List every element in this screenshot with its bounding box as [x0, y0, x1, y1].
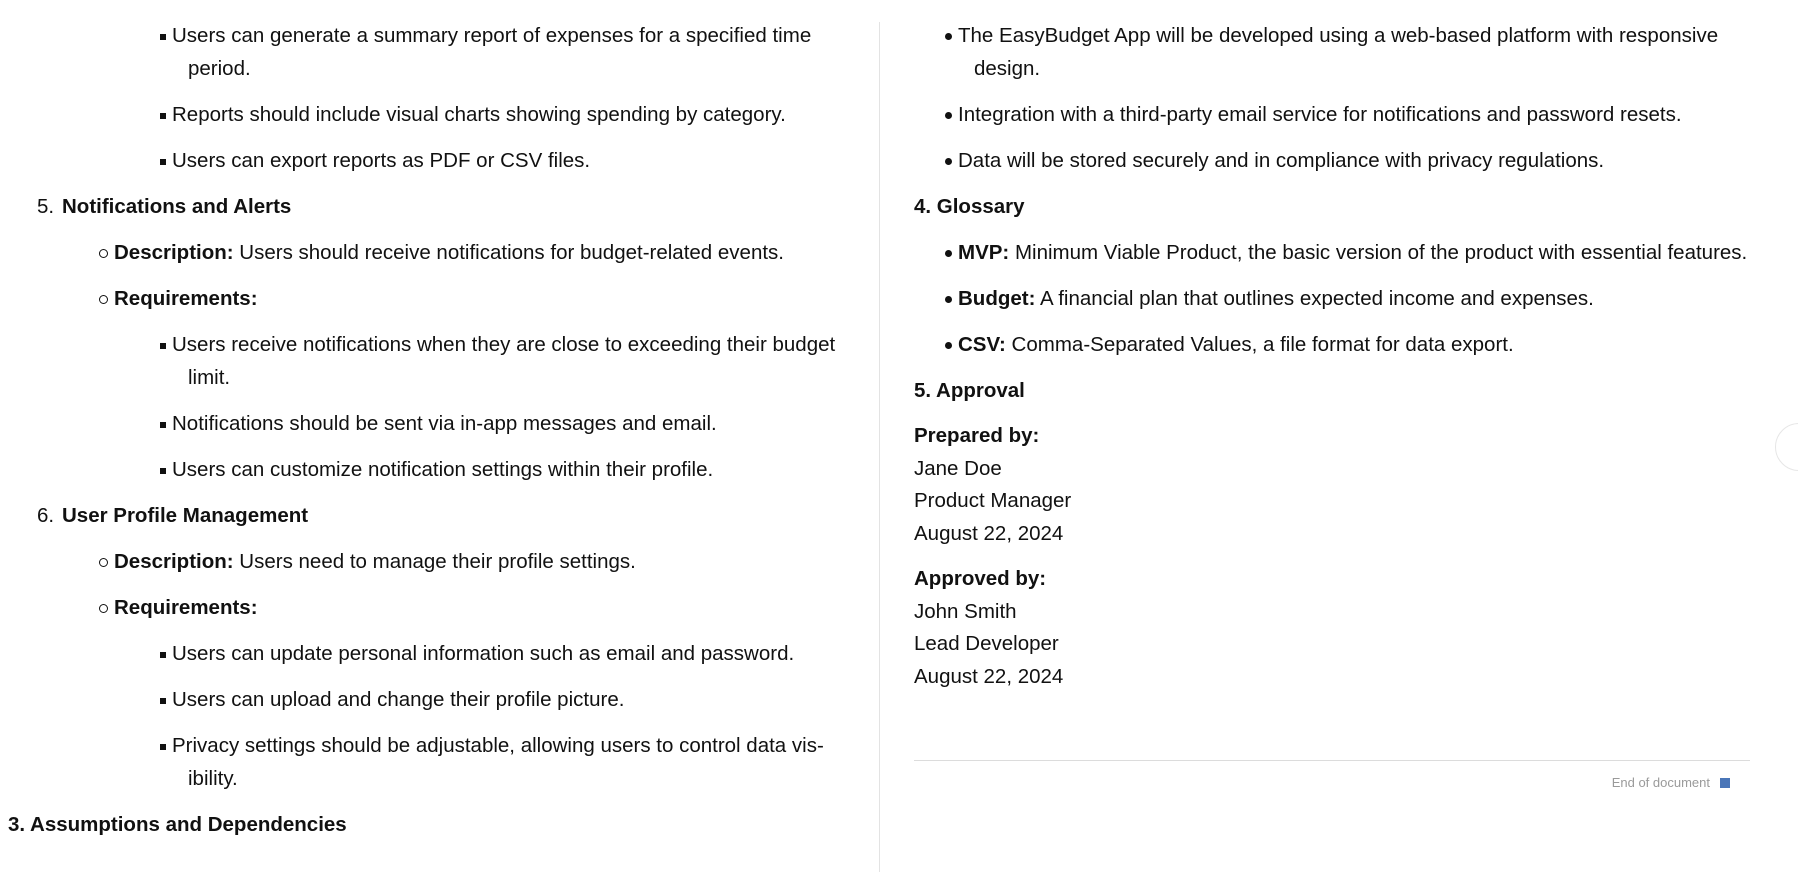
- left-column: Users can generate a summary report of e…: [0, 0, 872, 854]
- list-item-text: The EasyBudget App will be developed usi…: [958, 24, 1719, 47]
- approved-by-label: Approved by:: [914, 567, 1047, 590]
- right-column: The EasyBudget App will be developed usi…: [914, 0, 1750, 706]
- glossary-term: Budget:: [958, 287, 1036, 310]
- list-item-text: Notifications should be sent via in-app …: [172, 412, 717, 435]
- requirements-label: Requirements:: [114, 596, 258, 619]
- description-text: Users should receive notifications for b…: [233, 241, 784, 264]
- preparer-date: August 22, 2024: [914, 521, 1064, 545]
- list-item: Users can upload and change their profil…: [0, 683, 872, 716]
- square-bullet-icon: [160, 468, 166, 474]
- glossary-item: MVP: Minimum Viable Product, the basic v…: [914, 236, 1750, 269]
- square-bullet-icon: [160, 34, 166, 40]
- end-marker-icon: [1720, 777, 1730, 788]
- description-text: Users need to manage their profile setti…: [233, 550, 636, 573]
- glossary-definition: A financial plan that outlines expected …: [1035, 287, 1594, 310]
- list-item: Users receive notifications when they ar…: [0, 328, 872, 394]
- glossary-definition: Comma-Separated Values, a file format fo…: [1005, 333, 1514, 356]
- list-item-text: Users can customize notification setting…: [172, 458, 714, 481]
- glossary-definition: Minimum Viable Product, the basic versio…: [1009, 241, 1748, 264]
- section-heading-approval: 5. Approval: [914, 379, 1025, 402]
- square-bullet-icon: [160, 159, 166, 165]
- approver-date: August 22, 2024: [914, 664, 1064, 688]
- glossary-term: CSV:: [958, 333, 1006, 356]
- description-item: Description: Users should receive notifi…: [0, 236, 872, 269]
- column-divider: [879, 22, 880, 872]
- list-item: Notifications should be sent via in-app …: [0, 407, 872, 440]
- requirements-item: Requirements:: [0, 282, 872, 315]
- preparer-name: Jane Doe: [914, 456, 1002, 480]
- list-item: Privacy settings should be adjustable, a…: [0, 729, 872, 795]
- section-heading-glossary: 4. Glossary: [914, 195, 1025, 218]
- description-label: Description:: [114, 550, 234, 573]
- list-item-text: Users can generate a summary report of e…: [172, 24, 812, 47]
- list-item: Data will be stored securely and in comp…: [914, 144, 1750, 177]
- section-title: Notifications and Alerts: [62, 195, 292, 218]
- bullet-icon: [945, 296, 952, 303]
- description-item: Description: Users need to manage their …: [0, 545, 872, 578]
- bullet-icon: [945, 342, 952, 349]
- requirements-label: Requirements:: [114, 287, 258, 310]
- approver-name: John Smith: [914, 599, 1017, 623]
- list-item-text: Reports should include visual charts sho…: [172, 103, 786, 126]
- square-bullet-icon: [160, 698, 166, 704]
- section-heading-notifications: 5. Notifications and Alerts: [0, 190, 872, 223]
- square-bullet-icon: [160, 744, 166, 750]
- requirements-item: Requirements:: [0, 591, 872, 624]
- list-item: Reports should include visual charts sho…: [0, 98, 872, 131]
- list-item-text: Privacy settings should be adjustable, a…: [172, 734, 824, 757]
- bullet-icon: [945, 158, 952, 165]
- scroll-handle-icon[interactable]: [1775, 423, 1798, 471]
- end-of-document-text: End of document: [1611, 775, 1710, 790]
- circle-bullet-icon: [99, 295, 108, 304]
- preparer-role: Product Manager: [914, 489, 1072, 512]
- square-bullet-icon: [160, 652, 166, 658]
- list-item-text: Users can export reports as PDF or CSV f…: [172, 149, 591, 172]
- section-number: 6.: [37, 504, 55, 527]
- list-item: Integration with a third-party email ser…: [914, 98, 1750, 131]
- prepared-by-block: Prepared by: Jane Doe Product Manager Au…: [914, 420, 1750, 550]
- list-item-text-cont: limit.: [188, 366, 231, 389]
- list-item: Users can update personal information su…: [0, 637, 872, 670]
- list-item-text: Data will be stored securely and in comp…: [958, 149, 1605, 172]
- end-divider: [914, 760, 1750, 761]
- section-heading-profile: 6. User Profile Management: [0, 499, 872, 532]
- list-item-text: Users can upload and change their profil…: [172, 688, 625, 711]
- list-item: Users can generate a summary report of e…: [0, 19, 872, 85]
- list-item: The EasyBudget App will be developed usi…: [914, 19, 1750, 85]
- list-item-text: Integration with a third-party email ser…: [958, 103, 1682, 126]
- description-label: Description:: [114, 241, 234, 264]
- list-item: Users can export reports as PDF or CSV f…: [0, 144, 872, 177]
- bullet-icon: [945, 33, 952, 40]
- approved-by-block: Approved by: John Smith Lead Developer A…: [914, 563, 1750, 693]
- section-heading-assumptions: 3. Assumptions and Dependencies: [8, 813, 347, 836]
- list-item-text: Users can update personal information su…: [172, 642, 795, 665]
- bullet-icon: [945, 112, 952, 119]
- bullet-icon: [945, 250, 952, 257]
- square-bullet-icon: [160, 343, 166, 349]
- section-title: User Profile Management: [62, 504, 309, 527]
- end-of-document-note: End of document: [1612, 775, 1730, 790]
- list-item: Users can customize notification setting…: [0, 453, 872, 486]
- list-item-text: Users receive notifications when they ar…: [172, 333, 836, 356]
- glossary-item: Budget: A financial plan that outlines e…: [914, 282, 1750, 315]
- section-number: 5.: [37, 195, 55, 218]
- circle-bullet-icon: [99, 604, 108, 613]
- circle-bullet-icon: [99, 249, 108, 258]
- list-item-text-cont: ibility.: [188, 767, 238, 790]
- list-item-text-cont: period.: [188, 57, 251, 80]
- glossary-item: CSV: Comma-Separated Values, a file form…: [914, 328, 1750, 361]
- square-bullet-icon: [160, 113, 166, 119]
- approver-role: Lead Developer: [914, 632, 1059, 655]
- prepared-by-label: Prepared by:: [914, 424, 1040, 447]
- square-bullet-icon: [160, 422, 166, 428]
- list-item-text-cont: design.: [974, 57, 1041, 80]
- circle-bullet-icon: [99, 558, 108, 567]
- glossary-term: MVP:: [958, 241, 1010, 264]
